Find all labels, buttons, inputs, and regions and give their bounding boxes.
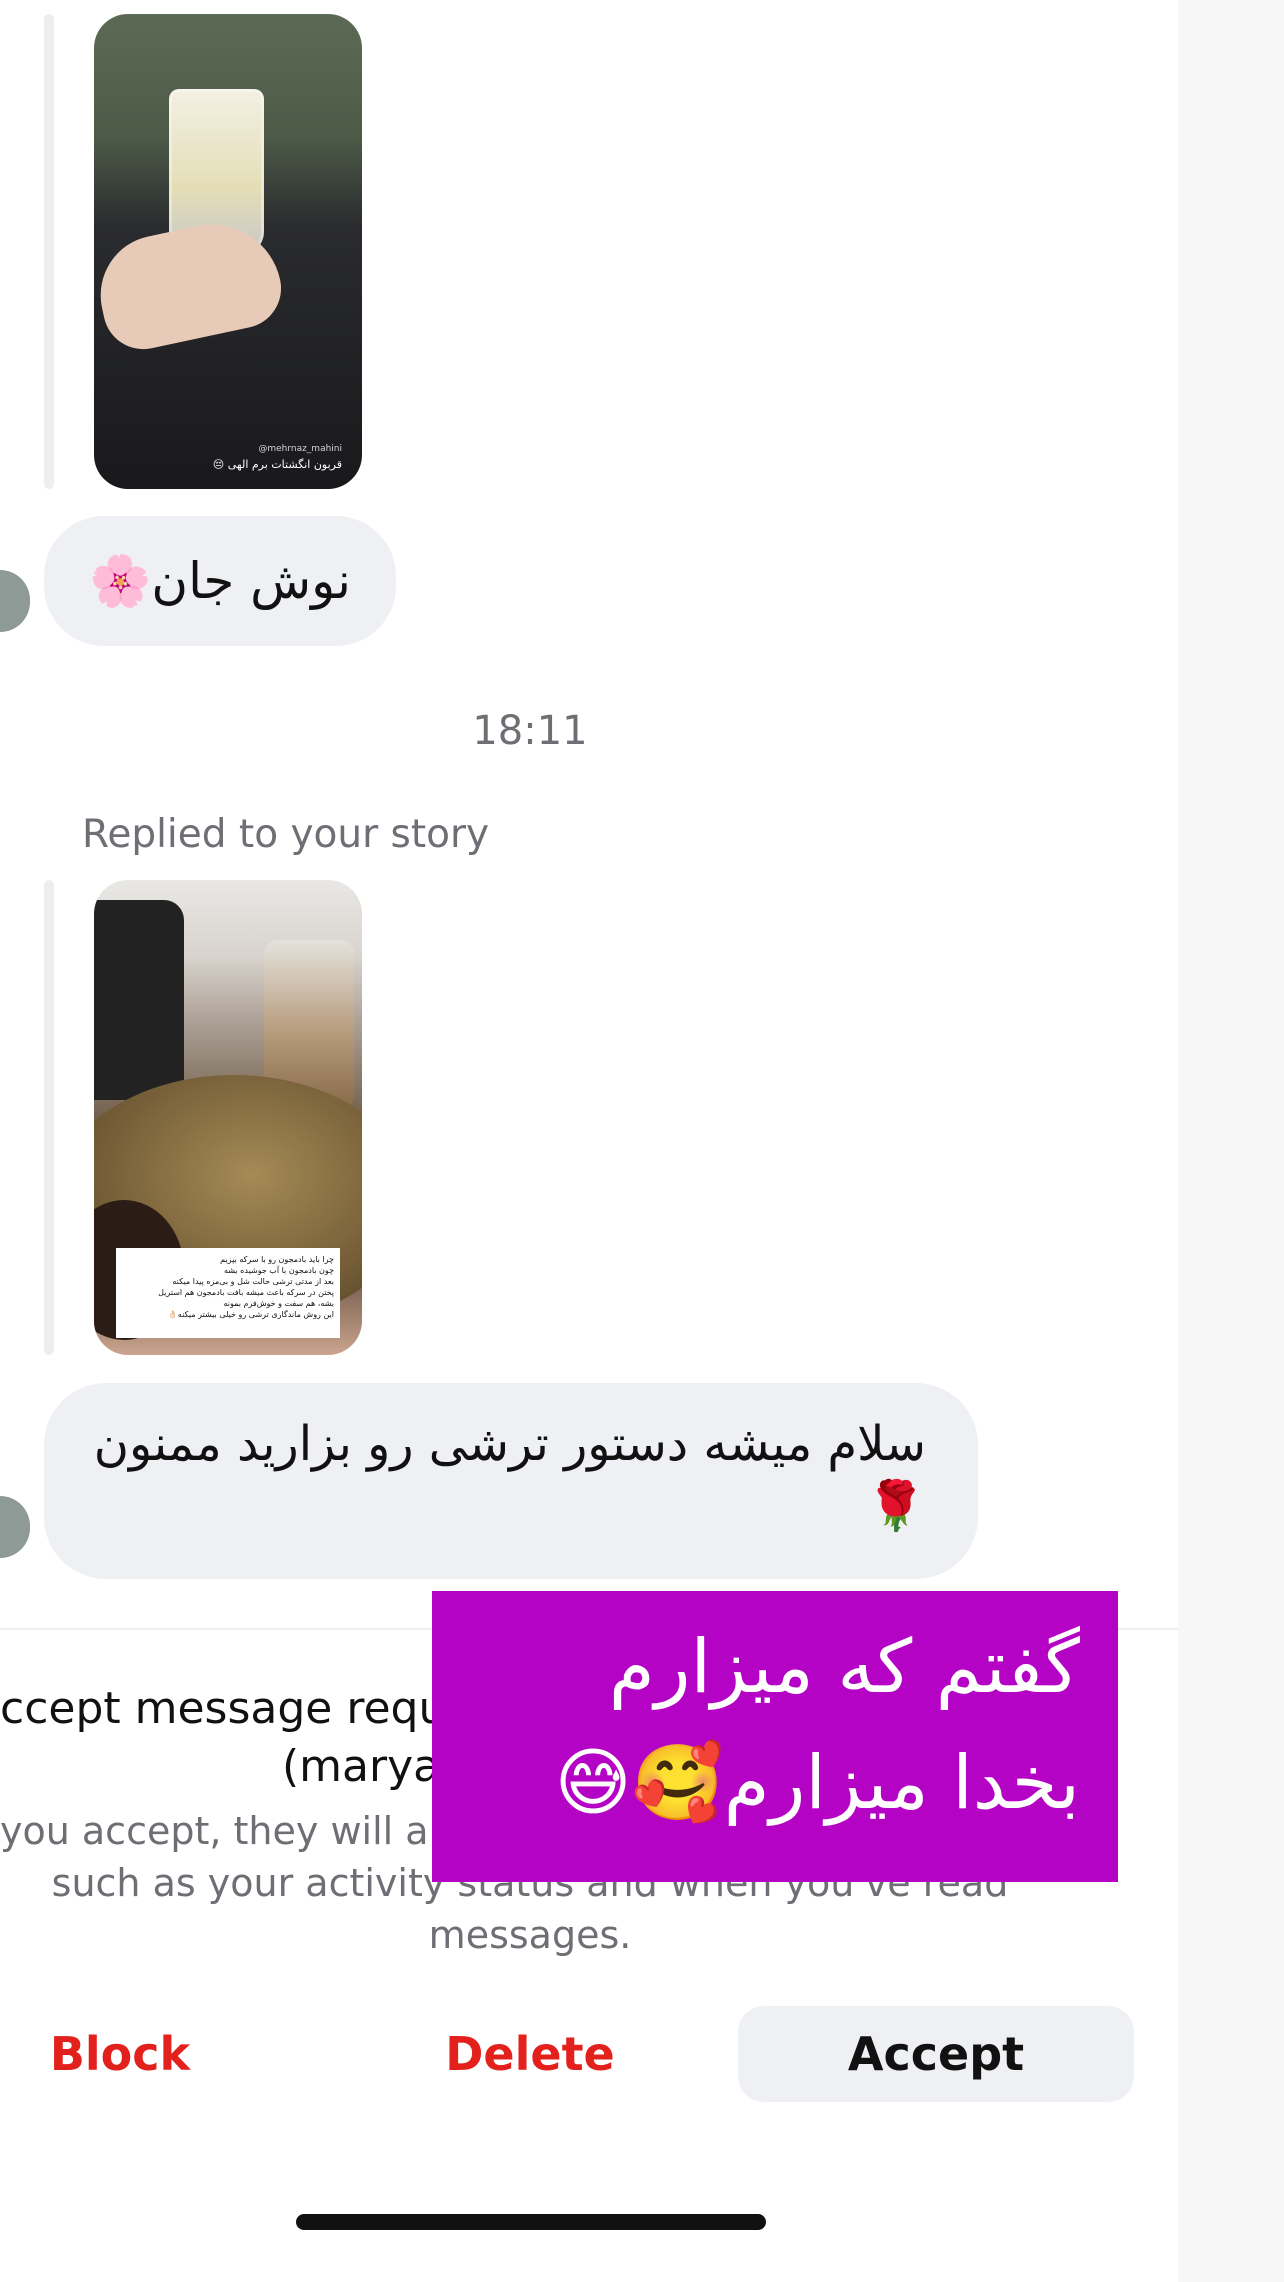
replied-to-story-label: Replied to your story	[82, 812, 490, 857]
request-body-line3: messages.	[428, 1913, 632, 1957]
home-indicator	[296, 2214, 766, 2230]
text-overlay-sticker: گفتم که میزارم بخدا میزارم🥰😅	[432, 1591, 1118, 1882]
overlay-line1: گفتم که میزارم	[608, 1624, 1080, 1710]
block-button[interactable]: Block	[0, 2006, 240, 2102]
overlay-line2: بخدا میزارم🥰😅	[554, 1740, 1080, 1826]
story-reply-bar	[44, 14, 54, 489]
delete-button[interactable]: Delete	[410, 2006, 650, 2102]
right-edge-strip	[1178, 0, 1284, 2282]
story-handle: @mehrnaz_mahini	[258, 444, 342, 454]
story-caption-text: قربون انگشتات برم الهی 😔	[212, 458, 342, 471]
message-timestamp: 18:11	[472, 708, 588, 754]
message-bubble[interactable]: سلام میشه دستور ترشی رو بزارید ممنون 🌹	[44, 1383, 978, 1579]
message-bubble[interactable]: نوش جان🌸	[44, 516, 396, 646]
story-note: چرا باید بادمجون رو با سرکه بپزیم چون با…	[116, 1248, 340, 1338]
story-thumbnail[interactable]: چرا باید بادمجون رو با سرکه بپزیم چون با…	[94, 880, 362, 1355]
message-text: سلام میشه دستور ترشی رو بزارید ممنون 🌹	[93, 1416, 926, 1534]
story-thumbnail[interactable]: @mehrnaz_mahini قربون انگشتات برم الهی 😔	[94, 14, 362, 489]
accept-button[interactable]: Accept	[738, 2006, 1134, 2102]
story-caption: @mehrnaz_mahini قربون انگشتات برم الهی 😔	[114, 444, 342, 471]
sender-avatar[interactable]	[0, 570, 30, 632]
pot-image-element	[94, 900, 184, 1100]
message-text: نوش جان🌸	[89, 551, 351, 610]
story-reply-bar	[44, 880, 54, 1355]
sender-avatar[interactable]	[0, 1496, 30, 1558]
